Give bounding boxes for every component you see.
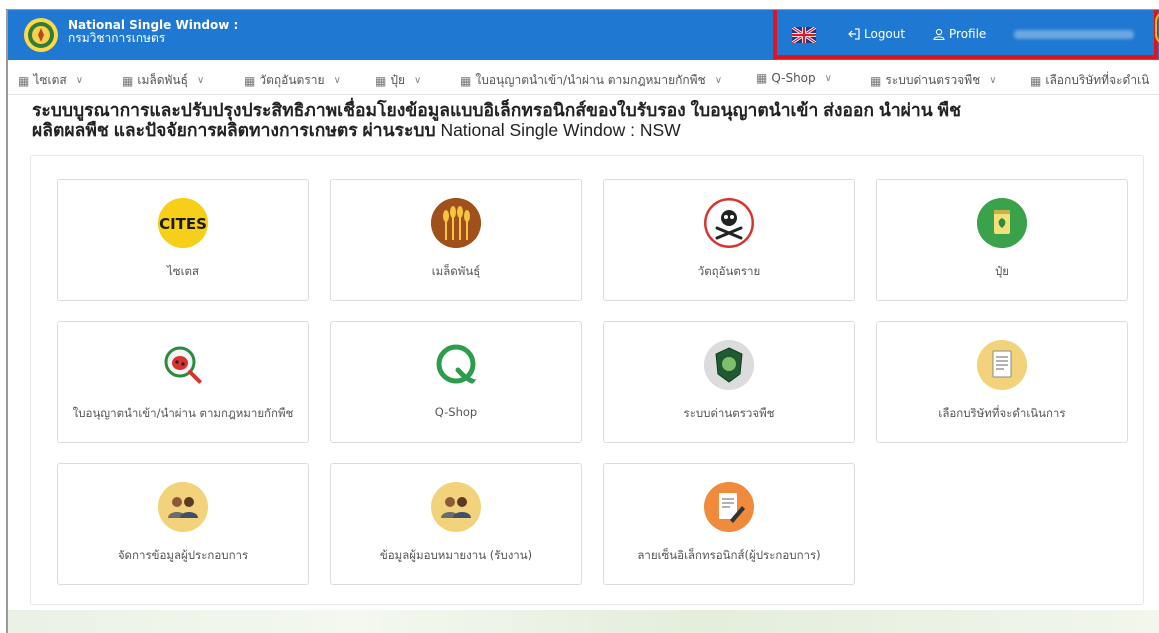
card-label: ไซเตส xyxy=(166,264,199,278)
card-label: เลือกบริษัทที่จะดำเนินการ xyxy=(938,406,1066,420)
grid-icon: ▦ xyxy=(870,73,881,88)
grid-icon: ▦ xyxy=(375,73,386,88)
card-cites[interactable]: CITES ไซเตส xyxy=(57,179,309,301)
brand-title: National Single Window : กรมวิชาการเกษตร xyxy=(68,19,238,45)
chevron-down-icon: ∨ xyxy=(333,75,341,86)
menu-item-select-company[interactable]: ▦ เลือกบริษัทที่จะดำเนิ xyxy=(1030,71,1149,90)
menu-item-label: เลือกบริษัทที่จะดำเนิ xyxy=(1045,73,1150,87)
card-label: ระบบด่านตรวจพืช xyxy=(683,406,775,420)
card-import-permit[interactable]: ใบอนุญาตนำเข้า/นำผ่าน ตามกฎหมายกักพืช xyxy=(57,321,309,443)
logout-icon xyxy=(848,28,860,40)
cites-icon: CITES xyxy=(158,198,208,248)
menu-item-plant-checkpoint[interactable]: ▦ ระบบด่านตรวจพืช ∨ xyxy=(870,71,997,90)
users-icon xyxy=(431,482,481,532)
profile-link[interactable]: Profile xyxy=(933,27,986,41)
grid-icon: ▦ xyxy=(244,73,255,88)
menu-item-label: เมล็ดพันธุ์ xyxy=(137,73,188,87)
wheat-icon xyxy=(431,198,481,248)
grid-icon: ▦ xyxy=(18,73,29,88)
card-fertilizer[interactable]: ปุ๋ย xyxy=(876,179,1128,301)
menu-item-label: ไซเตส xyxy=(33,73,67,87)
menu-item-fertilizer[interactable]: ▦ ปุ๋ย ∨ xyxy=(375,71,421,90)
card-hazardous[interactable]: วัตถุอันตราย xyxy=(603,179,855,301)
chevron-down-icon: ∨ xyxy=(989,75,997,86)
app-subtitle: กรมวิชาการเกษตร xyxy=(68,31,166,45)
card-label: วัตถุอันตราย xyxy=(697,264,761,278)
menu-item-cites[interactable]: ▦ ไซเตส ∨ xyxy=(18,71,83,90)
card-label: ข้อมูลผู้มอบหมายงาน (รับงาน) xyxy=(379,548,533,562)
page-title-line-2-thai: ผลิตผลพืช และปัจจัยการผลิตทางการเกษตร ผ่… xyxy=(32,120,436,140)
page-title-nsw: National Single Window : NSW xyxy=(440,120,681,140)
users-icon xyxy=(158,482,208,532)
menu-item-q-shop[interactable]: ▦ Q-Shop ∨ xyxy=(756,71,832,85)
ladybug-icon xyxy=(158,340,208,390)
menu-item-import-permit[interactable]: ▦ ใบอนุญาตนำเข้า/นำผ่าน ตามกฎหมายกักพืช … xyxy=(460,71,722,90)
grid-icon: ▦ xyxy=(460,73,471,88)
q-shop-icon xyxy=(431,340,481,390)
logout-link[interactable]: Logout xyxy=(848,27,905,41)
main-menu: ▦ ไซเตส ∨ ▦ เมล็ดพันธุ์ ∨ ▦ วัตถุอันตราย… xyxy=(8,60,1159,95)
menu-item-label: ระบบด่านตรวจพืช xyxy=(885,73,981,87)
card-label: ใบอนุญาตนำเข้า/นำผ่าน ตามกฎหมายกักพืช xyxy=(72,406,294,420)
menu-item-label: วัตถุอันตราย xyxy=(259,73,325,87)
profile-label: Profile xyxy=(949,27,987,41)
grid-icon: ▦ xyxy=(1030,73,1041,88)
logout-label: Logout xyxy=(864,27,906,41)
user-icon xyxy=(933,28,945,40)
card-label: เมล็ดพันธุ์ xyxy=(431,264,481,278)
browser-frame: National Single Window : กรมวิชาการเกษตร… xyxy=(6,9,1159,633)
card-label: ลายเซ็นอิเล็กทรอนิกส์(ผู้ประกอบการ) xyxy=(637,548,821,562)
chevron-down-icon: ∨ xyxy=(824,72,832,84)
menu-item-label: ปุ๋ย xyxy=(390,73,405,87)
card-q-shop[interactable]: Q-Shop xyxy=(330,321,582,443)
menu-item-label: Q-Shop xyxy=(771,71,816,85)
page-title-line-1: ระบบบูรณาการและปรับปรุงประสิทธิภาพเชื่อม… xyxy=(32,100,961,120)
page-title: ระบบบูรณาการและปรับปรุงประสิทธิภาพเชื่อม… xyxy=(32,100,1142,140)
chevron-down-icon: ∨ xyxy=(414,75,422,86)
chevron-down-icon: ∨ xyxy=(714,75,723,86)
skull-icon xyxy=(704,198,754,248)
grid-icon: ▦ xyxy=(756,71,767,85)
grid-icon: ▦ xyxy=(122,73,133,88)
card-plant-checkpoint[interactable]: ระบบด่านตรวจพืช xyxy=(603,321,855,443)
background-decoration xyxy=(8,610,1159,633)
card-label: Q-Shop xyxy=(434,405,478,419)
signature-icon xyxy=(704,482,754,532)
card-label: ปุ๋ย xyxy=(994,264,1010,278)
menu-item-hazardous[interactable]: ▦ วัตถุอันตราย ∨ xyxy=(244,71,341,90)
card-seeds[interactable]: เมล็ดพันธุ์ xyxy=(330,179,582,301)
english-flag-icon[interactable] xyxy=(792,27,816,43)
top-header: National Single Window : กรมวิชาการเกษตร… xyxy=(8,10,1159,60)
card-manage-operator[interactable]: จัดการข้อมูลผู้ประกอบการ xyxy=(57,463,309,585)
fertilizer-icon xyxy=(977,198,1027,248)
card-select-company[interactable]: เลือกบริษัทที่จะดำเนินการ xyxy=(876,321,1128,443)
module-panel: CITES ไซเตส เมล็ดพันธุ์ วัตถุอันตราย ปุ๋… xyxy=(30,155,1144,605)
username-blurred[interactable] xyxy=(1014,30,1134,39)
menu-item-label: ใบอนุญาตนำเข้า/นำผ่าน ตามกฎหมายกักพืช xyxy=(475,73,706,87)
department-logo-icon[interactable] xyxy=(24,18,58,52)
card-e-signature[interactable]: ลายเซ็นอิเล็กทรอนิกส์(ผู้ประกอบการ) xyxy=(603,463,855,585)
chevron-down-icon: ∨ xyxy=(75,75,84,86)
svg-text:CITES: CITES xyxy=(159,215,207,233)
card-label: จัดการข้อมูลผู้ประกอบการ xyxy=(117,548,249,562)
chevron-down-icon: ∨ xyxy=(196,75,205,86)
document-icon xyxy=(977,340,1027,390)
menu-item-seeds[interactable]: ▦ เมล็ดพันธุ์ ∨ xyxy=(122,71,204,90)
page-title-line-2: ผลิตผลพืช และปัจจัยการผลิตทางการเกษตร ผ่… xyxy=(32,120,1142,140)
badge-icon xyxy=(704,340,754,390)
card-assignor-info[interactable]: ข้อมูลผู้มอบหมายงาน (รับงาน) xyxy=(330,463,582,585)
